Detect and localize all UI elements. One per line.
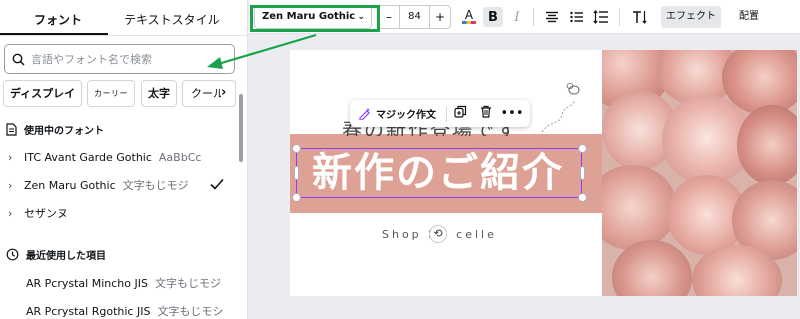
shop-name-part: celle <box>456 228 497 241</box>
delete-button[interactable] <box>473 105 499 122</box>
duplicate-button[interactable] <box>447 105 473 122</box>
bee-doodle-icon <box>541 83 580 133</box>
rose-photo[interactable] <box>602 50 797 296</box>
rotate-icon[interactable]: ⟲ <box>429 225 447 243</box>
magic-pen-icon <box>359 108 370 120</box>
duplicate-icon <box>453 105 466 118</box>
selection-box[interactable] <box>296 148 582 198</box>
resize-handle[interactable] <box>578 193 587 202</box>
resize-handle[interactable] <box>292 144 301 153</box>
magic-write-label: マジック作文 <box>376 110 436 121</box>
resize-handle[interactable] <box>578 144 587 153</box>
side-resize-handle[interactable] <box>580 166 585 180</box>
side-resize-handle[interactable] <box>294 166 299 180</box>
magic-write-button[interactable]: マジック作文 <box>350 106 446 121</box>
element-context-menu: マジック作文 ••• <box>350 100 530 127</box>
resize-handle[interactable] <box>292 193 301 202</box>
more-options-icon[interactable]: ••• <box>499 106 525 121</box>
design-canvas[interactable]: 春の新作登場です 新作のご紹介 Shop b celle ⟲ <box>290 50 797 296</box>
trash-icon <box>481 105 491 118</box>
